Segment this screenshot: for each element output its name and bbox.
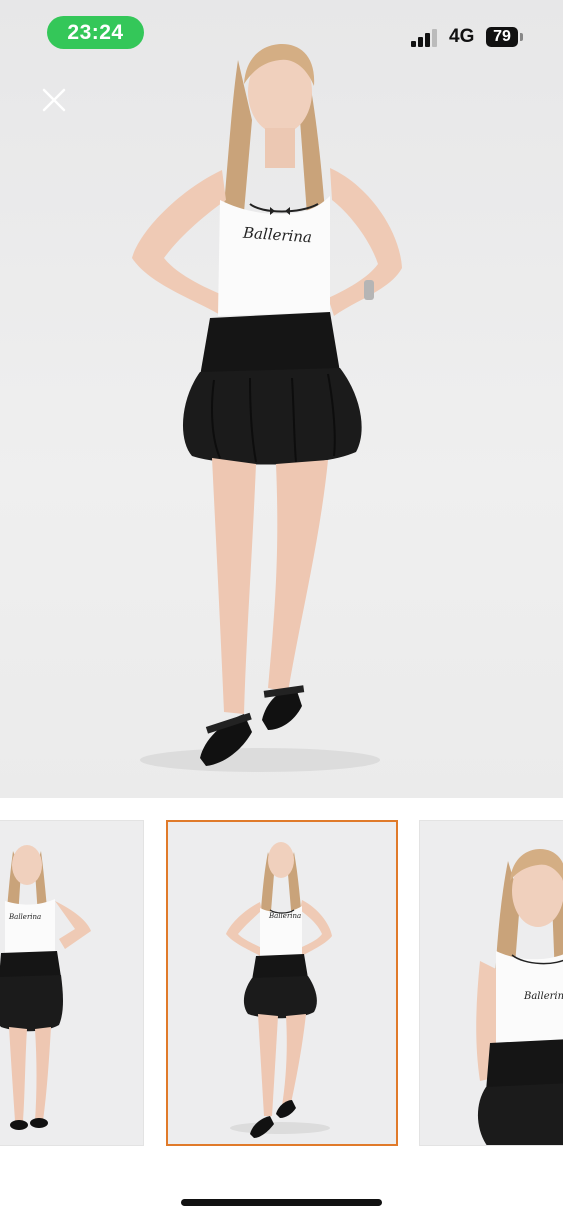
thumbnail-3-shirt-print: Ballerina — [524, 991, 563, 1002]
network-type: 4G — [449, 26, 475, 47]
battery-tip — [520, 33, 523, 41]
signal-icon — [411, 29, 437, 47]
model-photo — [132, 44, 402, 772]
thumbnail-2[interactable]: Ballerina — [166, 820, 398, 1146]
thumbnail-1[interactable]: Ballerina — [0, 820, 144, 1146]
thumbnail-1-shirt-print: Ballerina — [9, 913, 42, 921]
thumbnail-2-shirt-print: Ballerina — [269, 912, 302, 920]
close-button[interactable] — [40, 86, 68, 114]
product-image-main[interactable]: Ballerina — [0, 0, 563, 798]
battery-level: 79 — [493, 28, 511, 45]
status-time: 23:24 — [47, 16, 144, 49]
battery-icon: 79 — [486, 27, 518, 47]
thumbnail-3[interactable]: Ballerina — [419, 820, 563, 1146]
thumbnail-photo — [0, 845, 91, 1130]
home-indicator[interactable] — [181, 1199, 382, 1206]
thumbnail-photo — [476, 849, 563, 1145]
thumbnail-photo — [226, 842, 332, 1138]
close-icon — [42, 88, 66, 112]
status-bar: 23:24 4G 79 — [0, 0, 563, 64]
thumbnail-strip[interactable]: Ballerina Ballerina Balleri — [0, 798, 563, 1178]
